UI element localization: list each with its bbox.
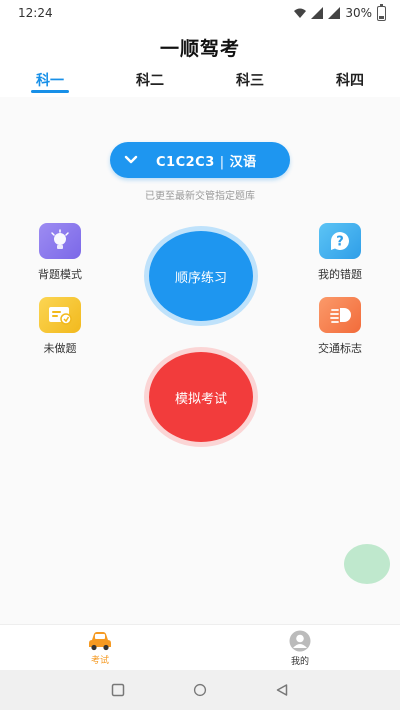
floating-assistant-button[interactable]: [344, 544, 390, 584]
license-type-selector[interactable]: C1C2C3 | 汉语: [110, 142, 290, 178]
signal-icon: [311, 7, 324, 19]
recite-mode-label: 背题模式: [38, 268, 82, 281]
question-icon: ?: [319, 223, 361, 259]
my-mistakes-button[interactable]: ? 我的错题: [305, 223, 375, 282]
main-content: C1C2C3 | 汉语 已更至最新交管指定题库 背题模式 ? 我的错题 未做题 交通…: [0, 97, 400, 624]
undone-questions-label: 未做题: [43, 342, 77, 355]
battery-percent: 30%: [345, 6, 372, 20]
my-mistakes-label: 我的错题: [318, 268, 362, 281]
nav-exam[interactable]: 考试: [0, 625, 200, 671]
triangle-back-icon: [276, 684, 288, 696]
traffic-signs-label: 交通标志: [318, 342, 362, 355]
battery-icon: [377, 3, 386, 21]
license-type: C1C2C3: [156, 154, 215, 170]
bottom-navigation: 考试 我的: [0, 624, 400, 671]
home-button[interactable]: [193, 683, 207, 697]
undone-questions-button[interactable]: 未做题: [25, 297, 95, 356]
headlight-icon: [319, 297, 361, 333]
license-label: C1C2C3 | 汉语: [156, 151, 257, 170]
lightbulb-icon: [39, 223, 81, 259]
sequential-practice-button[interactable]: 顺序练习: [144, 226, 258, 326]
question-bank-update-note: 已更至最新交管指定题库: [145, 191, 255, 202]
wifi-icon: [294, 8, 307, 18]
status-bar: 12:24 30%: [0, 0, 400, 26]
traffic-signs-button[interactable]: 交通标志: [305, 297, 375, 356]
mock-exam-label: 模拟考试: [149, 352, 253, 442]
svg-text:?: ?: [336, 235, 344, 250]
recents-button[interactable]: [111, 683, 125, 697]
circle-icon: [193, 683, 207, 697]
square-icon: [111, 683, 125, 697]
status-time: 12:24: [18, 6, 53, 20]
license-separator: |: [219, 154, 225, 170]
nav-mine[interactable]: 我的: [200, 625, 400, 671]
subject-tabs: 科一 科二 科三 科四: [0, 66, 400, 96]
signal-icon-2: [328, 7, 341, 19]
tab-subject-1[interactable]: 科一: [0, 66, 100, 96]
car-icon: [89, 631, 111, 650]
tab-subject-4[interactable]: 科四: [300, 66, 400, 96]
tab-subject-2[interactable]: 科二: [100, 66, 200, 96]
system-navigation-bar: [0, 670, 400, 710]
tab-subject-3[interactable]: 科三: [200, 66, 300, 96]
chevron-down-icon: [124, 155, 152, 165]
nav-exam-label: 考试: [90, 655, 109, 666]
recite-mode-button[interactable]: 背题模式: [25, 223, 95, 282]
app-title: 一顺驾考: [159, 38, 240, 60]
status-icons: 30%: [294, 3, 386, 21]
user-icon: [289, 630, 311, 651]
license-language: 汉语: [229, 154, 257, 170]
mock-exam-button[interactable]: 模拟考试: [144, 347, 258, 447]
document-icon: [39, 297, 81, 333]
nav-mine-label: 我的: [290, 656, 309, 667]
back-button[interactable]: [275, 683, 289, 697]
sequential-practice-label: 顺序练习: [149, 231, 253, 321]
